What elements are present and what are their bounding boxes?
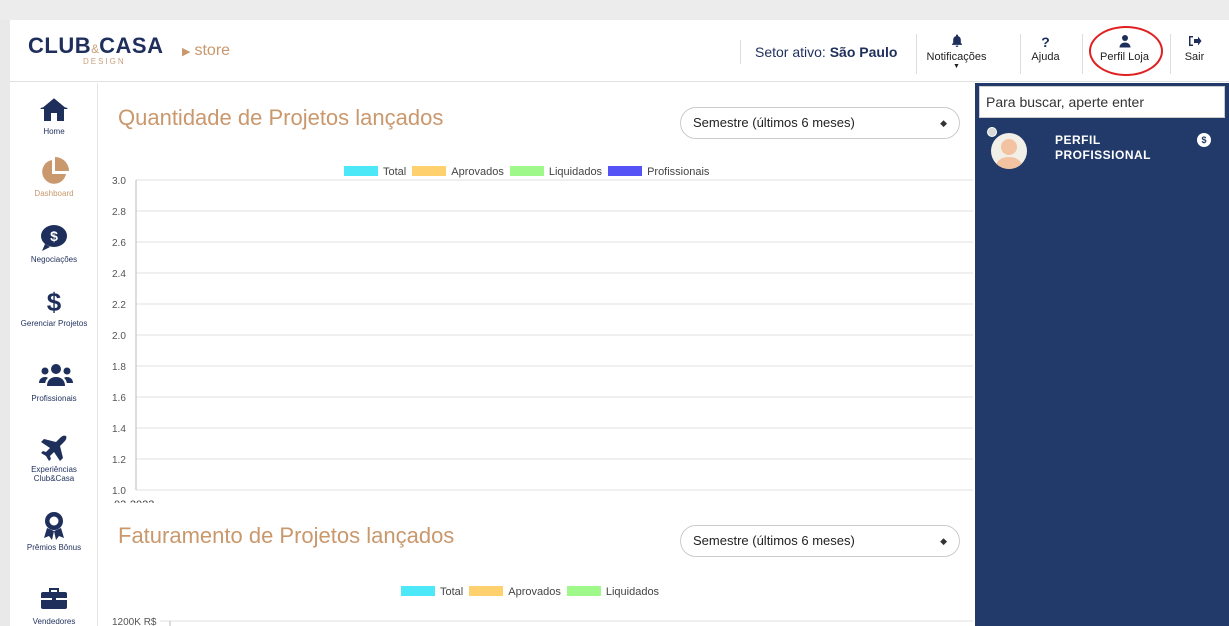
logo-text-club: CLUB: [28, 33, 92, 58]
money-icon[interactable]: $: [1197, 133, 1211, 147]
money-bubble-icon: $: [39, 223, 69, 253]
sign-out-icon: [1171, 34, 1218, 51]
logo-ampersand: &: [91, 42, 100, 56]
avatar: [991, 133, 1027, 169]
sidebar-item-home[interactable]: Home: [10, 95, 98, 136]
active-sector: Setor ativo: São Paulo: [740, 40, 897, 64]
sidebar-item-experiencias[interactable]: Experiências Club&Casa: [10, 433, 98, 483]
store-breadcrumb[interactable]: ▶ store: [182, 42, 230, 60]
sidebar-label-vendedores: Vendedores: [32, 617, 76, 626]
sidebar-item-vendedores[interactable]: Vendedores: [10, 585, 98, 626]
setor-value: São Paulo: [829, 44, 898, 60]
store-label: store: [194, 42, 231, 59]
logo-subtitle: DESIGN: [83, 57, 126, 66]
logo-text-casa: CASA: [99, 33, 164, 58]
briefcase-icon: [39, 585, 69, 615]
home-icon: [39, 95, 69, 125]
y-tick-label: 1200K R$: [112, 617, 157, 626]
window-top-strip: [0, 0, 1229, 20]
club-casa-logo[interactable]: CLUB&CASA DESIGN: [28, 33, 164, 73]
sidebar-item-projetos[interactable]: $ Gerenciar Projetos: [10, 287, 98, 328]
profile-name: PERFIL PROFISSIONAL: [1055, 133, 1152, 162]
bell-icon: [917, 34, 996, 51]
sidebar-item-dashboard[interactable]: Dashboard: [10, 157, 98, 198]
dollar-icon: $: [46, 287, 62, 317]
search-input[interactable]: Para buscar, aperte enter: [979, 86, 1225, 118]
sidebar-label-projetos: Gerenciar Projetos: [20, 319, 88, 328]
sidebar-label-home: Home: [43, 127, 65, 136]
sidebar-item-negociacoes[interactable]: $ Negociações: [10, 223, 98, 264]
pie-chart-icon: [39, 157, 69, 187]
sidebar-label-premios: Prêmios Bônus: [26, 543, 82, 552]
logout-button[interactable]: Sair: [1170, 34, 1218, 74]
profile-list-item[interactable]: PERFIL PROFISSIONAL $: [975, 127, 1229, 187]
search-placeholder: Para buscar, aperte enter: [986, 94, 1144, 110]
sidebar-label-dashboard: Dashboard: [34, 189, 74, 198]
award-icon: [39, 511, 69, 541]
sidebar-item-profissionais[interactable]: Profissionais: [10, 362, 98, 403]
notifications-button[interactable]: Notificações ▼: [916, 34, 996, 74]
svg-text:$: $: [50, 228, 58, 244]
right-panel: Para buscar, aperte enter PERFIL PROFISS…: [975, 83, 1229, 626]
caret-right-icon: ▶: [182, 46, 191, 58]
help-label: Ajuda: [1031, 51, 1060, 63]
help-button[interactable]: ? Ajuda: [1020, 34, 1070, 74]
plane-icon: [39, 433, 69, 463]
status-dot: [987, 127, 997, 137]
app-frame: CLUB&CASA DESIGN ▶ store Setor ativo: São…: [10, 20, 1229, 626]
highlight-circle: [1089, 26, 1163, 76]
chevron-down-icon: ▼: [953, 63, 960, 70]
window-left-strip: [0, 20, 10, 626]
sidebar-nav: Home Dashboard $ Negociações $ Gerenciar…: [10, 83, 98, 626]
sidebar-label-experiencias: Experiências Club&Casa: [31, 465, 77, 483]
sidebar-label-negociacoes: Negociações: [30, 255, 78, 264]
chart-faturamento: 1200K R$: [112, 617, 973, 626]
question-icon: ?: [1041, 34, 1050, 50]
users-icon: [39, 362, 73, 392]
setor-label: Setor ativo:: [755, 44, 826, 60]
sidebar-item-premios[interactable]: Prêmios Bônus: [10, 511, 98, 552]
logout-label: Sair: [1184, 51, 1205, 63]
sidebar-label-profissionais: Profissionais: [31, 394, 77, 403]
top-header: CLUB&CASA DESIGN ▶ store Setor ativo: São…: [10, 20, 1229, 82]
notifications-label: Notificações: [926, 51, 987, 63]
main-content: Quantidade de Projetos lançados Semestre…: [98, 83, 975, 626]
